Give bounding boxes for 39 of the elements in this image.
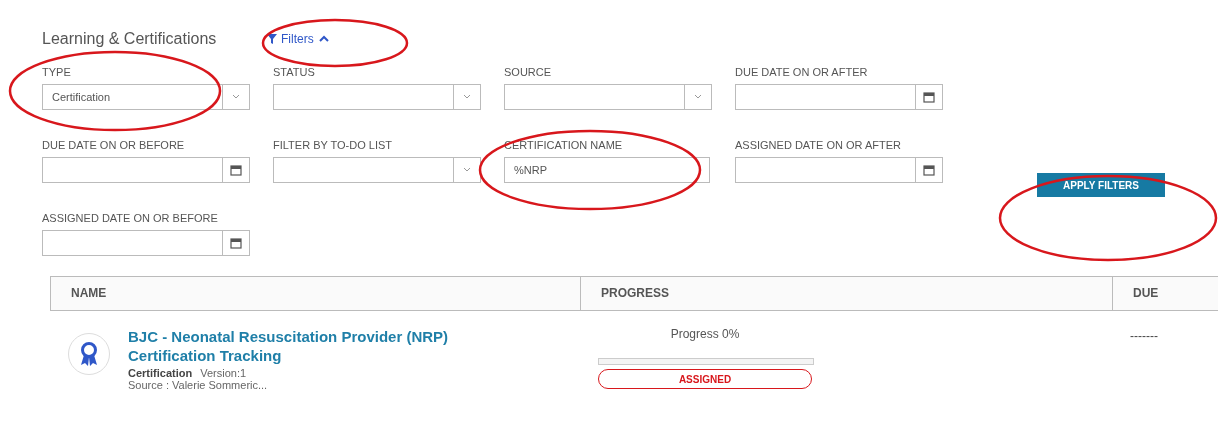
calendar-icon	[230, 164, 242, 176]
field-label: CERTIFICATION NAME	[504, 139, 624, 151]
dropdown-field[interactable]	[504, 84, 712, 110]
chevron-down-icon	[694, 94, 702, 100]
column-header: DUE	[1132, 285, 1160, 302]
field-label: STATUS	[273, 66, 316, 78]
input-field[interactable]: %NRP	[504, 157, 710, 183]
funnel-icon	[267, 34, 277, 44]
date-field[interactable]	[42, 157, 250, 183]
filters-toggle[interactable]: Filters	[267, 32, 330, 46]
field-label: FILTER BY TO-DO LIST	[273, 139, 393, 151]
dropdown-field[interactable]: Certification	[42, 84, 250, 110]
calendar-icon	[923, 91, 935, 103]
field-label: DUE DATE ON OR BEFORE	[42, 139, 186, 151]
dropdown-field[interactable]	[273, 84, 481, 110]
item-source: Source : Valerie Sommeric...	[128, 379, 269, 391]
certification-link[interactable]: BJC - Neonatal Resuscitation Provider (NRP) Certification Tracking	[128, 327, 498, 365]
chevron-down-icon	[463, 94, 471, 100]
field-label: SOURCE	[504, 66, 553, 78]
chevron-icon	[317, 34, 330, 44]
item-type: Certification	[128, 367, 193, 379]
field-label: TYPE	[42, 66, 72, 78]
item-version: Version:1	[200, 367, 247, 379]
date-field[interactable]	[735, 84, 943, 110]
chevron-down-icon	[463, 167, 471, 173]
dropdown-field[interactable]	[273, 157, 481, 183]
date-field[interactable]	[42, 230, 250, 256]
column-header: PROGRESS	[581, 277, 1113, 310]
progress-text: Progress 0%	[669, 327, 741, 341]
calendar-icon	[923, 164, 935, 176]
chevron-down-icon	[232, 94, 240, 100]
due-date: -------	[1130, 329, 1158, 343]
field-label: ASSIGNED DATE ON OR BEFORE	[42, 212, 219, 224]
calendar-icon	[230, 237, 242, 249]
field-label: ASSIGNED DATE ON OR AFTER	[735, 139, 903, 151]
page-title: Learning & Certifications	[42, 30, 218, 48]
date-field[interactable]	[735, 157, 943, 183]
field-label: DUE DATE ON OR AFTER	[735, 66, 869, 78]
column-header: NAME	[51, 277, 581, 310]
